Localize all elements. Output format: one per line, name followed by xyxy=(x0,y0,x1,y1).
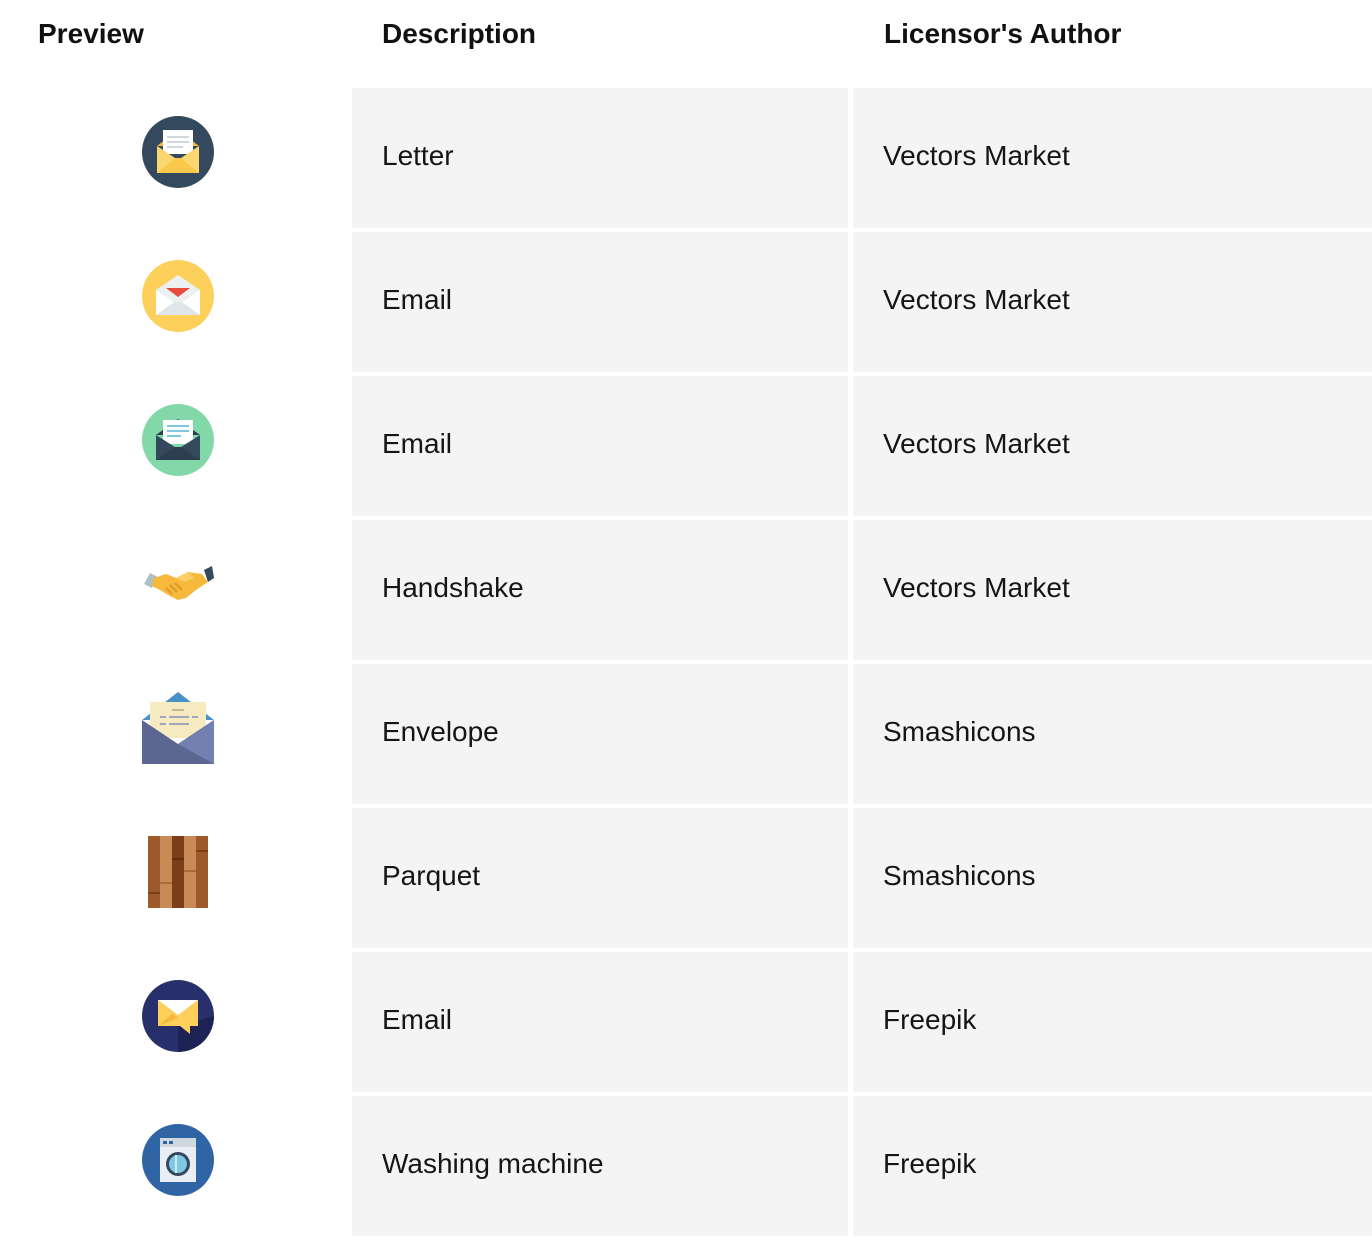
author-cell: Smashicons xyxy=(853,664,1372,804)
description-cell: Email xyxy=(352,952,848,1092)
description-text: Email xyxy=(382,284,453,315)
email-icon xyxy=(142,980,214,1052)
author-text: Freepik xyxy=(883,1004,977,1035)
author-cell: Smashicons xyxy=(853,808,1372,948)
author-text: Vectors Market xyxy=(883,284,1070,315)
preview-cell xyxy=(0,88,352,228)
author-text: Vectors Market xyxy=(883,428,1070,459)
email-icon xyxy=(142,260,214,332)
description-cell: Parquet xyxy=(352,808,848,948)
description-text: Washing machine xyxy=(382,1148,604,1179)
email-icon xyxy=(142,404,214,476)
header-author: Licensor's Author xyxy=(884,18,1122,49)
author-text: Vectors Market xyxy=(883,572,1070,603)
table-row: Parquet Smashicons xyxy=(0,808,1372,952)
author-cell: Vectors Market xyxy=(853,376,1372,516)
header-description: Description xyxy=(382,18,537,49)
preview-cell xyxy=(0,808,352,948)
author-text: Smashicons xyxy=(883,716,1036,747)
description-text: Email xyxy=(382,1004,453,1035)
author-text: Smashicons xyxy=(883,860,1036,891)
table-row: Email Vectors Market xyxy=(0,376,1372,520)
author-cell: Freepik xyxy=(853,952,1372,1092)
table-row: Email Freepik xyxy=(0,952,1372,1096)
description-text: Parquet xyxy=(382,860,481,891)
description-text: Letter xyxy=(382,140,454,171)
description-cell: Washing machine xyxy=(352,1096,848,1236)
preview-cell xyxy=(0,664,352,804)
author-text: Vectors Market xyxy=(883,140,1070,171)
author-cell: Vectors Market xyxy=(853,520,1372,660)
washing-machine-icon xyxy=(142,1124,214,1196)
handshake-icon xyxy=(142,548,214,620)
description-cell: Email xyxy=(352,376,848,516)
header-preview: Preview xyxy=(38,18,144,49)
preview-cell xyxy=(0,952,352,1092)
author-text: Freepik xyxy=(883,1148,977,1179)
table-row: Handshake Vectors Market xyxy=(0,520,1372,664)
table-row: Envelope Smashicons xyxy=(0,664,1372,808)
parquet-icon xyxy=(142,836,214,908)
description-cell: Email xyxy=(352,232,848,372)
author-cell: Freepik xyxy=(853,1096,1372,1236)
author-cell: Vectors Market xyxy=(853,232,1372,372)
description-cell: Handshake xyxy=(352,520,848,660)
preview-cell xyxy=(0,232,352,372)
table-header: Preview Description Licensor's Author xyxy=(0,0,1372,88)
author-cell: Vectors Market xyxy=(853,88,1372,228)
letter-icon xyxy=(142,116,214,188)
description-text: Envelope xyxy=(382,716,499,747)
description-cell: Envelope xyxy=(352,664,848,804)
preview-cell xyxy=(0,376,352,516)
preview-cell xyxy=(0,1096,352,1236)
table-row: Email Vectors Market xyxy=(0,232,1372,376)
table-row: Washing machine Freepik xyxy=(0,1096,1372,1240)
description-text: Handshake xyxy=(382,572,524,603)
description-cell: Letter xyxy=(352,88,848,228)
preview-cell xyxy=(0,520,352,660)
icon-attribution-table: Preview Description Licensor's Author Le… xyxy=(0,0,1372,1240)
table-row: Letter Vectors Market xyxy=(0,88,1372,232)
envelope-icon xyxy=(142,692,214,764)
description-text: Email xyxy=(382,428,453,459)
